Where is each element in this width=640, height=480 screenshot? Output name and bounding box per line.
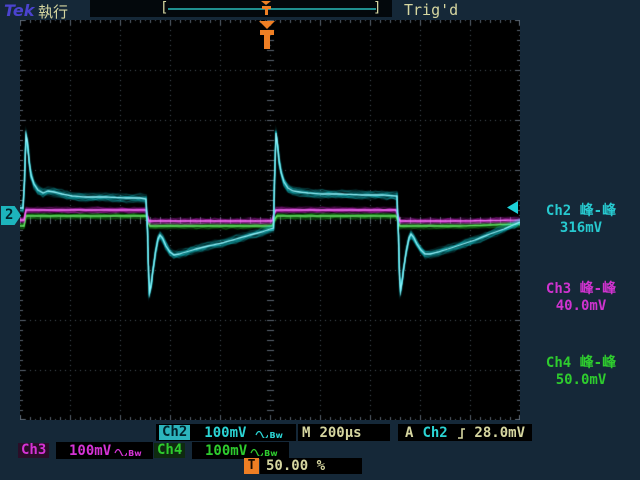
horizontal-position-icon: T: [244, 458, 259, 474]
measurement-title: Ch4 峰-峰: [522, 355, 640, 372]
ch2-readout-bar: Ch2 100mV Bw: [156, 424, 296, 441]
waveform-canvas: [20, 20, 520, 420]
trigger-readout-bar: A Ch2 28.0mV: [398, 424, 532, 441]
ac-coupling-icon: [114, 445, 127, 456]
rising-edge-icon: [457, 426, 466, 440]
trigger-mode-readout: A: [405, 425, 413, 441]
ch3-scale-readout: 100mV: [69, 443, 111, 459]
trigger-status: Trig'd: [404, 1, 458, 19]
measurement-ch4-peak-to-peak: Ch4 峰-峰 50.0mV: [522, 355, 640, 389]
acquisition-status: 執行: [38, 1, 68, 22]
oscilloscope-screen: Tek 執行 [ ] Trig'd 2 Ch2 峰-峰 316mV Ch3 峰-…: [0, 0, 640, 480]
trigger-source-readout: Ch2: [422, 425, 447, 441]
trigger-position-marker-icon: [256, 21, 278, 51]
measurement-title: Ch3 峰-峰: [522, 281, 640, 298]
ch4-channel-badge: Ch4: [154, 443, 185, 458]
measurement-ch2-peak-to-peak: Ch2 峰-峰 316mV: [522, 203, 640, 237]
ch3-readout-bar: 100mV Bw: [56, 442, 153, 459]
channel2-ground-marker: 2: [1, 206, 21, 225]
horizontal-position-bar: 50.00 %: [260, 458, 362, 474]
ch4-readout-bar: 100mV Bw: [192, 442, 289, 459]
measurement-value: 316mV: [522, 220, 640, 237]
record-view-right-bracket: ]: [373, 0, 381, 16]
measurement-value: 40.0mV: [522, 298, 640, 315]
ch2-channel-badge: Ch2: [159, 425, 190, 440]
bandwidth-limit-icon: Bw: [269, 431, 283, 440]
graticule: [20, 20, 520, 420]
horizontal-position-value: 50.00 %: [266, 458, 325, 474]
ac-coupling-icon: [250, 445, 263, 456]
trigger-position-mini-icon: [260, 1, 273, 16]
trigger-level-readout: 28.0mV: [474, 425, 525, 441]
timebase-label: M: [302, 425, 310, 441]
ac-coupling-icon: [255, 427, 268, 438]
timebase-value: 200µs: [319, 425, 361, 441]
ch4-scale-readout: 100mV: [205, 443, 247, 459]
bandwidth-limit-icon: Bw: [264, 449, 278, 458]
ch2-scale-readout: 100mV: [204, 425, 246, 441]
ch3-channel-badge: Ch3: [18, 443, 49, 458]
brand-logo: Tek: [4, 1, 34, 20]
bandwidth-limit-icon: Bw: [128, 449, 142, 458]
timebase-readout-bar: M 200µs: [298, 424, 390, 441]
measurement-ch3-peak-to-peak: Ch3 峰-峰 40.0mV: [522, 281, 640, 315]
measurement-title: Ch2 峰-峰: [522, 203, 640, 220]
measurement-value: 50.0mV: [522, 372, 640, 389]
